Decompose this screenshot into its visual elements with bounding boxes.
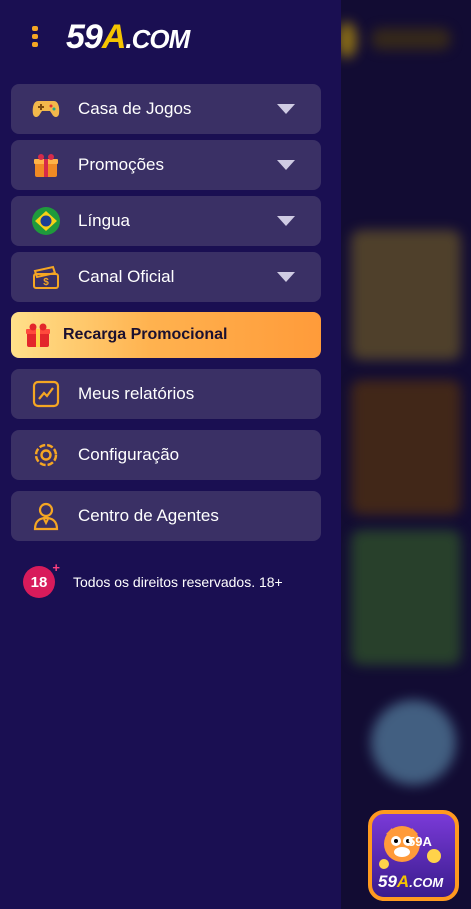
menu-item-configuracao[interactable]: Configuração	[11, 430, 321, 480]
background-game-tile	[371, 700, 456, 785]
rights-text: Todos os direitos reservados. 18+	[73, 574, 283, 590]
menu-item-label: Casa de Jogos	[78, 99, 192, 118]
menu-item-label: Meus relatórios	[78, 384, 195, 403]
app-badge-brand-com: .COM	[409, 875, 444, 890]
side-drawer: 59A.COM Casa de Jogos Promoções Língua $…	[0, 0, 341, 909]
background-blob	[341, 22, 357, 58]
app-badge-number: 59A	[408, 834, 432, 849]
menu-item-label: Canal Oficial	[78, 267, 175, 286]
background-game-tile	[351, 530, 461, 665]
app-badge-brand-59: 59	[378, 872, 397, 891]
menu-item-casa-de-jogos[interactable]: Casa de Jogos	[11, 84, 321, 134]
menu-item-label: Língua	[78, 211, 130, 230]
age-badge-number: 18	[30, 573, 48, 591]
gear-icon	[31, 440, 61, 470]
chevron-down-icon[interactable]	[277, 160, 295, 170]
brazil-flag-icon	[31, 206, 61, 236]
menu-item-label: Promoções	[78, 155, 164, 174]
menu-item-label: Centro de Agentes	[78, 506, 219, 525]
drawer-header: 59A.COM	[0, 0, 341, 80]
menu-item-centro-de-agentes[interactable]: Centro de Agentes	[11, 491, 321, 541]
background-game-tile	[351, 230, 461, 360]
promo-recharge-button[interactable]: Recarga Promocional	[11, 312, 321, 358]
gift-box-icon	[31, 150, 61, 180]
promo-label: Recarga Promocional	[63, 326, 228, 343]
ticket-icon: $	[31, 262, 61, 292]
agent-icon	[31, 501, 61, 531]
logo-text-a: A	[101, 18, 127, 56]
site-logo[interactable]: 59A.COM	[66, 18, 190, 57]
footer-rights: 18 + Todos os direitos reservados. 18+	[23, 560, 283, 598]
logo-text-com: .COM	[125, 24, 190, 54]
background-blob	[371, 28, 451, 50]
menu-item-canal-oficial[interactable]: $ Canal Oficial	[11, 252, 321, 302]
chevron-down-icon[interactable]	[277, 216, 295, 226]
menu-item-promocoes[interactable]: Promoções	[11, 140, 321, 190]
app-badge-brand: 59A.COM	[378, 872, 443, 892]
svg-text:$: $	[43, 277, 49, 288]
drawer-menu: Casa de Jogos Promoções Língua $ Canal O…	[11, 84, 321, 541]
menu-item-label: Configuração	[78, 445, 180, 464]
menu-item-lingua[interactable]: Língua	[11, 196, 321, 246]
background-content	[341, 0, 471, 909]
age-badge-plus: +	[52, 560, 60, 575]
menu-icon[interactable]	[32, 26, 40, 50]
menu-item-meus-relatorios[interactable]: Meus relatórios	[11, 369, 321, 419]
logo-text-59: 59	[66, 18, 103, 56]
chart-icon	[31, 379, 61, 409]
red-gift-icon	[23, 320, 53, 350]
gamepad-icon	[31, 94, 61, 124]
app-badge-brand-a: A	[396, 872, 410, 891]
background-game-tile	[351, 380, 461, 515]
app-download-badge[interactable]: 59A 59A.COM	[368, 810, 459, 901]
chevron-down-icon[interactable]	[277, 272, 295, 282]
chevron-down-icon[interactable]	[277, 104, 295, 114]
age-18-badge-icon: 18 +	[23, 560, 60, 598]
